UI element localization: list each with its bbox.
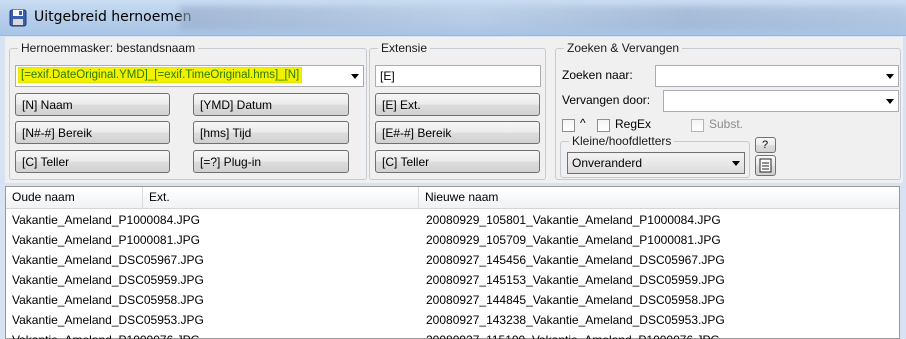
list-item[interactable]: Vakantie_Ameland_P1000081.JPG 20080929_1… — [6, 230, 899, 250]
extension-mask-value: [E] — [380, 69, 395, 83]
old-name-cell: Vakantie_Ameland_P1000076.JPG — [12, 330, 200, 339]
new-name-cell: 20080929_105709_Vakantie_Ameland_P100008… — [426, 233, 721, 247]
insert-extension-range-button[interactable]: [E#-#] Bereik — [375, 121, 540, 144]
column-extension[interactable]: Ext. — [143, 187, 419, 209]
list-item[interactable]: Vakantie_Ameland_DSC05959.JPG 20080927_1… — [6, 270, 899, 290]
new-name-cell: 20080927_115100_Vakantie_Ameland_P100007… — [426, 330, 720, 339]
case-legend: Kleine/hoofdletters — [569, 134, 675, 148]
new-name-cell: 20080927_145153_Vakantie_Ameland_DSC0595… — [426, 273, 725, 287]
subst-checkbox[interactable] — [691, 119, 704, 132]
title-bar: Uitgebreid hernoemen — [0, 0, 906, 36]
new-name-cell: 20080927_144845_Vakantie_Ameland_DSC0595… — [426, 293, 725, 307]
window-title: Uitgebreid hernoemen — [34, 9, 192, 25]
caret-label: ^ — [580, 116, 586, 130]
old-name-cell: Vakantie_Ameland_DSC05958.JPG — [12, 293, 204, 307]
new-name-cell: 20080927_145456_Vakantie_Ameland_DSC0596… — [426, 253, 725, 267]
column-new-name[interactable]: Nieuwe naam — [419, 187, 899, 209]
insert-extension-counter-button[interactable]: [C] Teller — [375, 150, 540, 173]
list-item[interactable]: Vakantie_Ameland_P1000076.JPG 20080927_1… — [6, 330, 899, 339]
replace-label: Vervangen door: — [562, 93, 651, 107]
extension-legend: Extensie — [378, 41, 431, 55]
insert-extension-button[interactable]: [E] Ext. — [375, 93, 540, 116]
extension-mask-input[interactable]: [E] — [375, 65, 541, 87]
chevron-down-icon[interactable] — [886, 99, 894, 104]
search-replace-legend: Zoeken & Vervangen — [564, 41, 683, 55]
document-list-icon — [759, 158, 772, 173]
regex-label: RegEx — [615, 117, 652, 131]
filename-mask-legend: Hernoemmasker: bestandsnaam — [18, 41, 199, 55]
new-name-cell: 20080927_143238_Vakantie_Ameland_DSC0595… — [426, 313, 725, 327]
insert-date-button[interactable]: [YMD] Datum — [193, 93, 349, 116]
old-name-cell: Vakantie_Ameland_P1000081.JPG — [12, 233, 200, 247]
options-panel: Hernoemmasker: bestandsnaam [=exif.DateO… — [5, 37, 903, 183]
subst-label: Subst. — [709, 117, 744, 131]
list-header: Oude naam Ext. Nieuwe naam — [6, 187, 899, 209]
insert-counter-button[interactable]: [C] Teller — [15, 150, 170, 173]
list-item[interactable]: Vakantie_Ameland_DSC05967.JPG 20080927_1… — [6, 250, 899, 270]
file-list[interactable]: Oude naam Ext. Nieuwe naam Vakantie_Amel… — [5, 186, 900, 339]
list-item[interactable]: Vakantie_Ameland_DSC05953.JPG 20080927_1… — [6, 310, 899, 330]
old-name-cell: Vakantie_Ameland_P1000084.JPG — [12, 213, 200, 227]
search-combo[interactable] — [655, 65, 899, 87]
case-combo[interactable]: Onveranderd — [567, 152, 745, 174]
insert-name-range-button[interactable]: [N#-#] Bereik — [15, 121, 170, 144]
regex-checkbox[interactable] — [597, 119, 610, 132]
document-list-button[interactable] — [755, 155, 776, 176]
chevron-down-icon[interactable] — [886, 74, 894, 79]
filename-mask-value: [=exif.DateOriginal.YMD]_[=exif.TimeOrig… — [19, 68, 302, 82]
list-item[interactable]: Vakantie_Ameland_P1000084.JPG 20080929_1… — [6, 210, 899, 230]
insert-time-button[interactable]: [hms] Tijd — [193, 121, 349, 144]
old-name-cell: Vakantie_Ameland_DSC05959.JPG — [12, 273, 204, 287]
search-label: Zoeken naar: — [562, 68, 633, 82]
filename-mask-combo[interactable]: [=exif.DateOriginal.YMD]_[=exif.TimeOrig… — [15, 65, 364, 87]
old-name-cell: Vakantie_Ameland_DSC05953.JPG — [12, 313, 204, 327]
list-item[interactable]: Vakantie_Ameland_DSC05958.JPG 20080927_1… — [6, 290, 899, 310]
replace-combo[interactable] — [663, 90, 899, 112]
insert-plugin-button[interactable]: [=?] Plug-in — [193, 150, 349, 173]
help-button[interactable]: ? — [755, 137, 776, 153]
floppy-disk-icon — [9, 9, 27, 27]
blurred-background-tabs — [180, 6, 906, 30]
case-selected-value: Onveranderd — [572, 156, 643, 170]
chevron-down-icon[interactable] — [732, 161, 740, 166]
insert-name-button[interactable]: [N] Naam — [15, 93, 170, 116]
column-old-name[interactable]: Oude naam — [6, 187, 143, 209]
new-name-cell: 20080929_105801_Vakantie_Ameland_P100008… — [426, 213, 721, 227]
figure-watermark: Afb.6 — [842, 302, 881, 319]
case-sensitive-checkbox[interactable] — [562, 119, 575, 132]
chevron-down-icon[interactable] — [351, 74, 359, 79]
old-name-cell: Vakantie_Ameland_DSC05967.JPG — [12, 253, 204, 267]
